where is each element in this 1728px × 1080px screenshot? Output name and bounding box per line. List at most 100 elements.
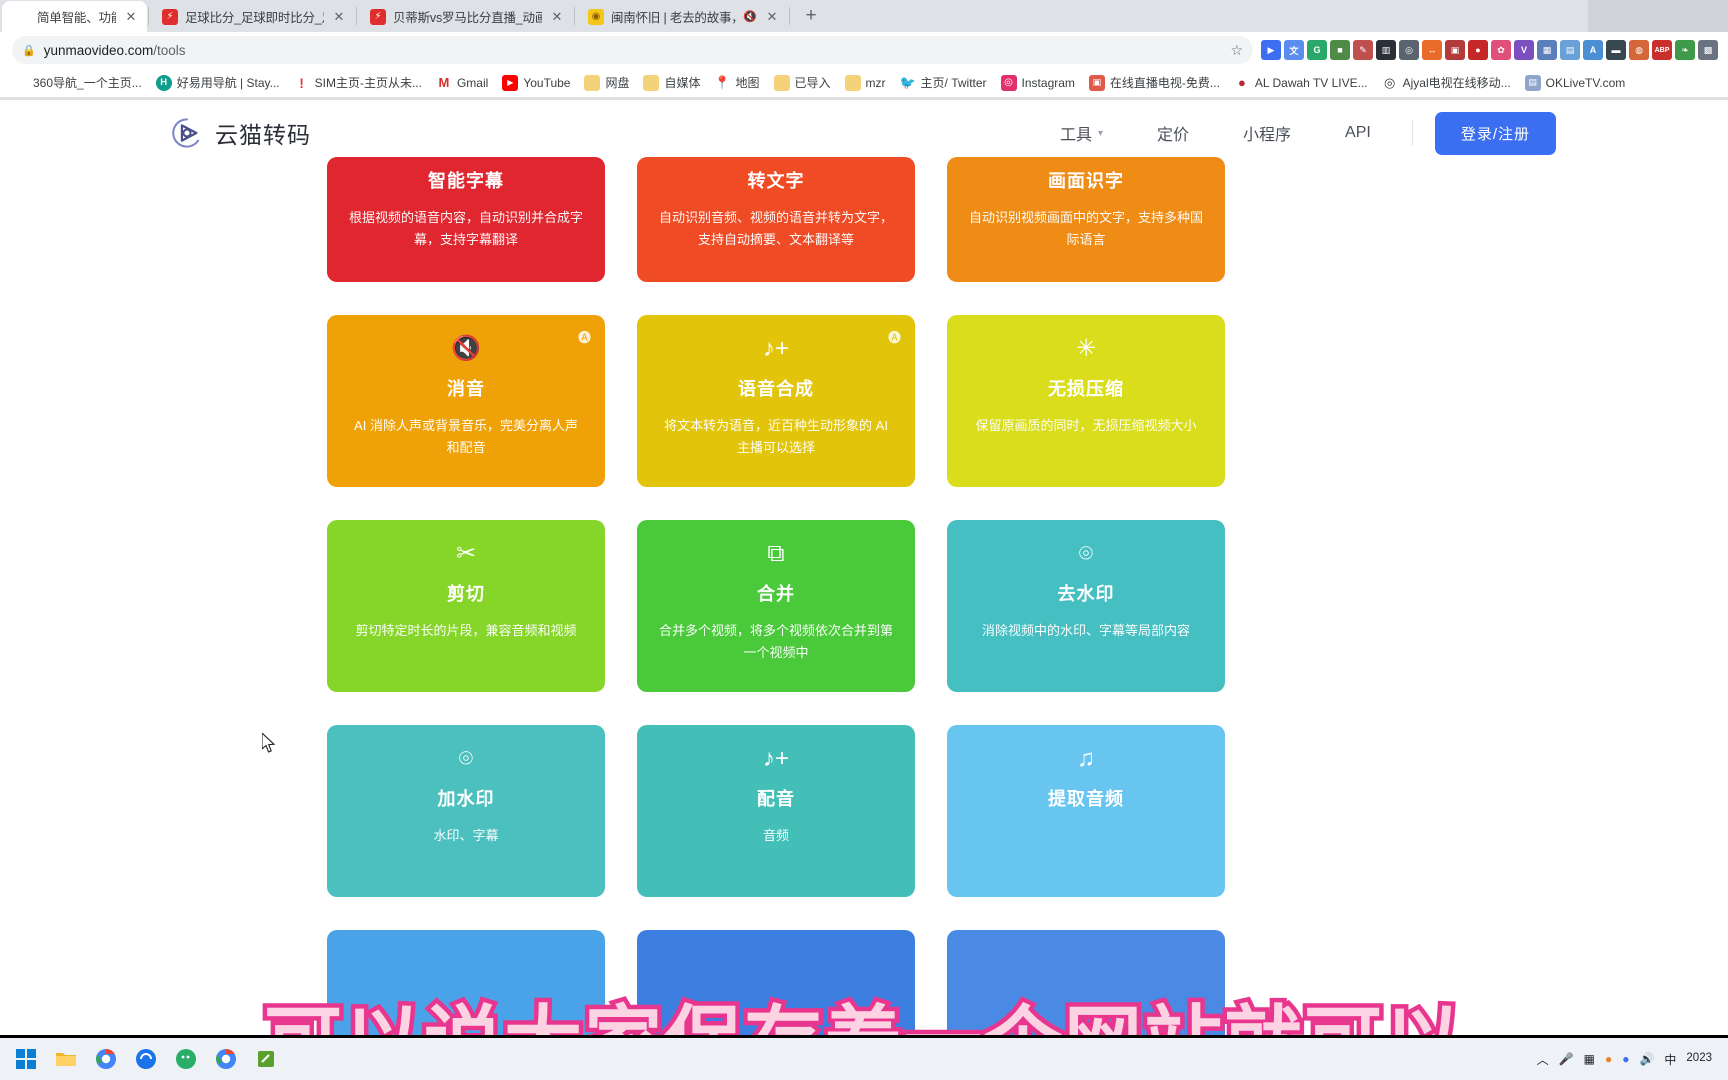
merge-icon: ⧉	[767, 540, 785, 567]
new-tab-button[interactable]: +	[797, 2, 825, 30]
address-bar-url: yunmaovideo.com/tools	[43, 42, 186, 58]
extension-icon[interactable]: ◎	[1399, 40, 1419, 60]
volume-icon[interactable]: 🔊	[1639, 1052, 1654, 1066]
screenshot-icon[interactable]: ▦	[1584, 1052, 1595, 1066]
tool-card-extract-audio[interactable]: ♫ 提取音频	[947, 725, 1225, 897]
yunmao-logo-icon	[172, 118, 200, 148]
extension-icon[interactable]: G	[1307, 40, 1327, 60]
nav-item-miniprogram[interactable]: 小程序	[1216, 121, 1318, 145]
editor-icon[interactable]	[246, 1040, 286, 1078]
nav-item-api[interactable]: API	[1318, 124, 1398, 142]
tool-card-lossless-compress[interactable]: ✳ 无损压缩 保留原画质的同时，无损压缩视频大小	[947, 315, 1225, 487]
tool-card-smart-subtitle[interactable]: 智能字幕 根据视频的语音内容，自动识别并合成字幕，支持字幕翻译	[327, 157, 605, 282]
bookmark-item[interactable]: ▣ 在线直播电视-免费...	[1083, 71, 1226, 94]
bookmark-item[interactable]: 自媒体	[637, 71, 706, 94]
tool-card-tts[interactable]: 🅐 ♪+ 语音合成 将文本转为语音，近百种生动形象的 AI 主播可以选择	[637, 315, 915, 487]
window-controls[interactable]	[1588, 0, 1728, 32]
extension-icon[interactable]: ●	[1468, 40, 1488, 60]
browser-tab[interactable]: 简单智能、功能齐备 ✕	[2, 1, 147, 32]
bookmark-item[interactable]: 网盘	[578, 71, 635, 94]
bookmark-item[interactable]: ! SIM主页-主页从未...	[288, 71, 428, 94]
tab-separator	[574, 7, 575, 25]
tab-mute-icon[interactable]: 🔇	[743, 9, 757, 25]
extension-icon[interactable]: ▬	[1606, 40, 1626, 60]
tool-card-dubbing[interactable]: ♪+ 配音 音频	[637, 725, 915, 897]
chrome-active-icon[interactable]	[206, 1040, 246, 1078]
site-logo[interactable]: 云猫转码	[170, 116, 311, 150]
remove-watermark-icon: ⌾	[1078, 540, 1094, 567]
tab-strip: 简单智能、功能齐备 ✕ ⚡ 足球比分_足球即时比分_足球比分 ✕ ⚡ 贝蒂斯vs…	[0, 0, 1728, 32]
tool-card-desc: 消除视频中的水印、字幕等局部内容	[981, 623, 1190, 638]
video-subtitle-overlay: 可以说大家保存着一个网站就可以	[0, 980, 1728, 1039]
extension-icon[interactable]: ▦	[1537, 40, 1557, 60]
bookmark-item[interactable]: H 好易用导航 | Stay...	[150, 71, 286, 94]
folder-icon	[844, 74, 861, 91]
extension-icon[interactable]: ABP	[1652, 40, 1672, 60]
orange-dot-icon[interactable]: ●	[1605, 1052, 1612, 1066]
clock[interactable]: 2023	[1686, 1052, 1712, 1065]
browser-tab[interactable]: ◉ 闽南怀旧 | 老去的故事，悲欢 🔇 ✕	[576, 1, 788, 32]
firefox-icon[interactable]	[126, 1040, 166, 1078]
address-bar[interactable]: 🔒 yunmaovideo.com/tools ☆	[12, 36, 1253, 64]
microphone-icon[interactable]: 🎤	[1559, 1052, 1574, 1066]
bookmark-label: AL Dawah TV LIVE...	[1254, 75, 1368, 90]
chevron-up-icon[interactable]: ︿	[1537, 1051, 1549, 1068]
extension-icon[interactable]: ▤	[1560, 40, 1580, 60]
tab-separator	[148, 7, 149, 25]
extension-icon[interactable]: ■	[1330, 40, 1350, 60]
wechat-icon[interactable]	[166, 1040, 206, 1078]
bookmark-item[interactable]: ◎ Instagram	[995, 72, 1081, 94]
tool-card-title: 消音	[447, 379, 485, 399]
file-explorer-icon[interactable]	[46, 1040, 86, 1078]
extension-icon[interactable]: ✎	[1353, 40, 1373, 60]
extension-icon[interactable]: ✿	[1491, 40, 1511, 60]
tool-card-add-watermark[interactable]: ⌾ 加水印 水印、字幕	[327, 725, 605, 897]
bookmark-item[interactable]: 已导入	[768, 71, 837, 94]
tool-card-remove-watermark[interactable]: ⌾ 去水印 消除视频中的水印、字幕等局部内容	[947, 520, 1225, 692]
ime-indicator[interactable]: 中	[1664, 1051, 1676, 1068]
extension-icon[interactable]: ▩	[1698, 40, 1718, 60]
browser-tab[interactable]: ⚡ 足球比分_足球即时比分_足球比分 ✕	[150, 1, 355, 32]
tab-close-icon[interactable]: ✕	[764, 9, 780, 25]
tool-card-mute[interactable]: 🅐 🔇 消音 AI 消除人声或背景音乐，完美分离人声和配音	[327, 315, 605, 487]
tool-card-merge[interactable]: ⧉ 合并 合并多个视频，将多个视频依次合并到第一个视频中	[637, 520, 915, 692]
extension-icon[interactable]: A	[1583, 40, 1603, 60]
chrome-icon[interactable]	[86, 1040, 126, 1078]
bookmark-item[interactable]: M Gmail	[430, 72, 494, 94]
tool-card-to-text[interactable]: 转文字 自动识别音频、视频的语音并转为文字，支持自动摘要、文本翻译等	[637, 157, 915, 282]
tool-card-screen-ocr[interactable]: 画面识字 自动识别视频画面中的文字，支持多种国际语言	[947, 157, 1225, 282]
extension-icon[interactable]: ▥	[1376, 40, 1396, 60]
bookmark-item[interactable]: 📍 地图	[709, 71, 766, 94]
bookmark-item[interactable]: ● AL Dawah TV LIVE...	[1228, 72, 1374, 94]
bookmark-item[interactable]: 360导航_一个主页...	[6, 71, 148, 94]
extension-icon[interactable]: ▶	[1261, 40, 1281, 60]
star-icon[interactable]: ☆	[1230, 42, 1243, 59]
tab-title: 闽南怀旧 | 老去的故事，悲欢	[611, 11, 736, 25]
bookmark-item[interactable]: ▶ YouTube	[496, 72, 576, 94]
tab-close-icon[interactable]: ✕	[331, 9, 347, 25]
tool-card-title: 加水印	[437, 789, 495, 809]
browser-tab[interactable]: ⚡ 贝蒂斯vs罗马比分直播_动画直播 ✕	[358, 1, 573, 32]
blue-dot-icon[interactable]: ●	[1622, 1052, 1629, 1066]
extension-icon[interactable]: V	[1514, 40, 1534, 60]
extension-icon[interactable]: ↔	[1422, 40, 1442, 60]
tool-card-cut[interactable]: ✂ 剪切 剪切特定时长的片段，兼容音频和视频	[327, 520, 605, 692]
extension-icon[interactable]: ◍	[1629, 40, 1649, 60]
login-register-button[interactable]: 登录/注册	[1434, 111, 1556, 155]
tool-card-desc: 音频	[762, 828, 789, 843]
tab-close-icon[interactable]: ✕	[123, 9, 139, 25]
extension-icon[interactable]: ❧	[1675, 40, 1695, 60]
tools-grid-area: 智能字幕 根据视频的语音内容，自动识别并合成字幕，支持字幕翻译 转文字 自动识别…	[0, 157, 1728, 1038]
nav-item-pricing[interactable]: 定价	[1130, 121, 1216, 145]
bookmark-item[interactable]: 🐦 主页/ Twitter	[894, 71, 993, 94]
extension-icon[interactable]: 文	[1284, 40, 1304, 60]
tool-card-title: 配音	[757, 789, 795, 809]
tab-close-icon[interactable]: ✕	[549, 9, 565, 25]
start-button[interactable]	[6, 1040, 46, 1078]
bookmark-item[interactable]: ◎ Ajyal电视在线移动...	[1376, 71, 1517, 94]
bookmark-item[interactable]: ▤ OKLiveTV.com	[1519, 72, 1632, 94]
bookmark-item[interactable]: mzr	[839, 72, 892, 94]
extension-icon[interactable]: ▣	[1445, 40, 1465, 60]
nav-item-tools[interactable]: 工具 ▾	[1033, 121, 1130, 145]
system-tray: ︿ 🎤 ▦ ● ● 🔊 中 2023	[1537, 1051, 1722, 1068]
